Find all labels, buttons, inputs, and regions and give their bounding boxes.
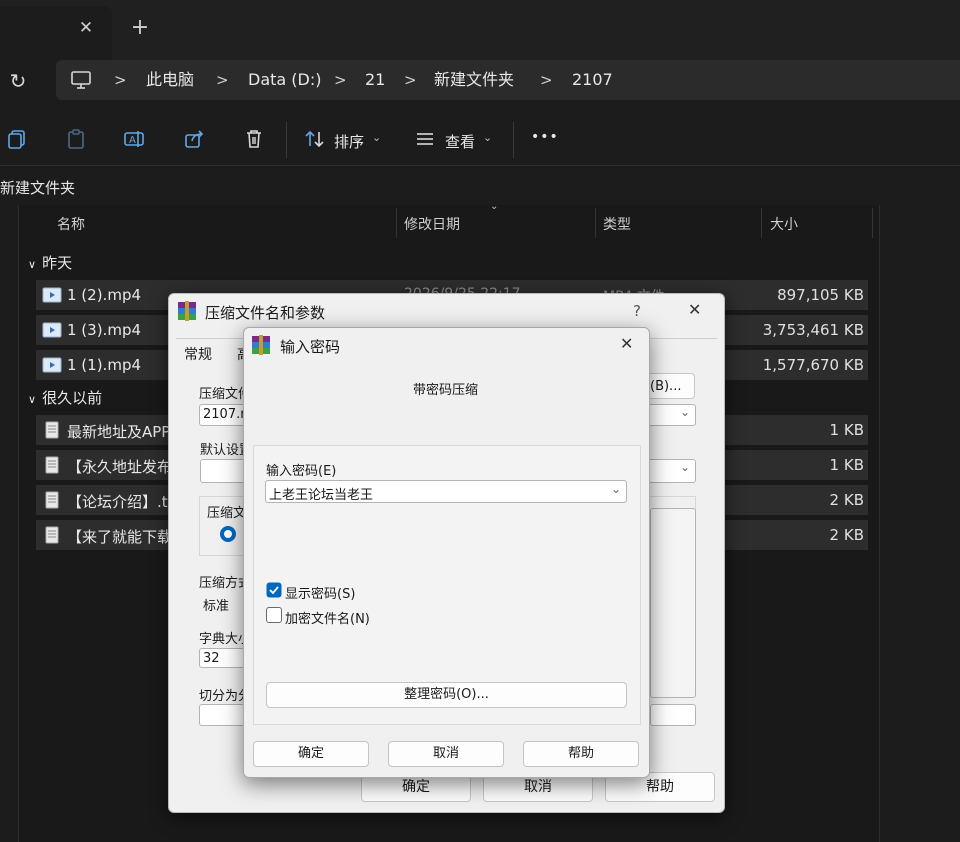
breadcrumb-separator[interactable]: > bbox=[540, 70, 553, 90]
file-name: 1 (2).mp4 bbox=[67, 286, 142, 304]
refresh-icon[interactable]: ↻ bbox=[6, 69, 30, 93]
breadcrumb-this-pc[interactable]: 此电脑 bbox=[146, 70, 194, 90]
column-divider[interactable] bbox=[595, 208, 596, 238]
help-icon[interactable]: ? bbox=[633, 302, 641, 320]
archive-name-value: 2107.r bbox=[203, 407, 246, 422]
video-file-icon bbox=[42, 287, 62, 303]
file-size: 1,577,670 KB bbox=[762, 356, 864, 374]
chevron-down-icon[interactable]: ⌄ bbox=[483, 131, 492, 144]
tab-general[interactable]: 常规 bbox=[184, 344, 212, 364]
file-name: 【论坛介绍】.t bbox=[67, 493, 168, 511]
file-name: 【永久地址发布 bbox=[67, 458, 173, 476]
breadcrumb-2107[interactable]: 2107 bbox=[572, 70, 613, 90]
encrypt-names-checkbox[interactable] bbox=[266, 607, 282, 623]
chevron-down-icon: ∨ bbox=[28, 258, 37, 271]
video-file-icon bbox=[42, 322, 62, 338]
paste-icon[interactable] bbox=[65, 128, 87, 150]
group-header-yesterday[interactable]: ∨ 昨天 bbox=[28, 252, 72, 273]
breadcrumb-separator[interactable]: > bbox=[114, 70, 127, 90]
password-subtitle: 带密码压缩 bbox=[413, 383, 479, 398]
column-divider[interactable] bbox=[396, 208, 397, 238]
text-file-icon bbox=[45, 526, 59, 544]
sort-button[interactable]: 排序 bbox=[334, 131, 364, 152]
radio-rar[interactable] bbox=[220, 526, 236, 542]
file-size: 1 KB bbox=[829, 456, 864, 474]
format-label: 压缩文 bbox=[207, 502, 247, 521]
options-panel bbox=[650, 508, 696, 698]
svg-text:A: A bbox=[129, 135, 136, 146]
close-icon[interactable]: ✕ bbox=[688, 300, 701, 319]
close-icon[interactable]: ✕ bbox=[620, 334, 633, 353]
group-header-long-ago[interactable]: ∨ 很久以前 bbox=[28, 387, 102, 408]
chevron-down-icon[interactable]: ⌄ bbox=[611, 482, 621, 496]
split-volume-input[interactable] bbox=[199, 704, 245, 726]
dictionary-size-value: 32 bbox=[203, 651, 220, 666]
text-file-icon bbox=[45, 456, 59, 474]
sort-caret-icon: ⌄ bbox=[490, 201, 499, 212]
computer-icon[interactable] bbox=[70, 70, 92, 90]
file-size: 1 KB bbox=[829, 421, 864, 439]
organize-passwords-button[interactable]: 整理密码(O)... bbox=[266, 682, 627, 708]
rename-icon[interactable]: A bbox=[123, 128, 145, 150]
share-icon[interactable] bbox=[183, 128, 205, 150]
breadcrumb-separator[interactable]: > bbox=[404, 70, 417, 90]
column-header-modified[interactable]: 修改日期 bbox=[404, 214, 460, 234]
text-file-icon bbox=[45, 421, 59, 439]
view-icon[interactable] bbox=[414, 128, 436, 150]
close-tab-icon[interactable]: ✕ bbox=[74, 16, 98, 40]
show-password-label: 显示密码(S) bbox=[285, 587, 356, 602]
chevron-down-icon[interactable]: ⌄ bbox=[680, 460, 690, 474]
dialog-title: 压缩文件名和参数 bbox=[205, 304, 326, 322]
column-header-name[interactable]: 名称 bbox=[57, 214, 85, 234]
password-value: 上老王论坛当老王 bbox=[269, 488, 374, 503]
column-divider[interactable] bbox=[761, 208, 762, 238]
new-tab-icon[interactable]: + bbox=[128, 16, 152, 40]
group-label: 很久以前 bbox=[42, 389, 103, 407]
breadcrumb-new-folder[interactable]: 新建文件夹 bbox=[434, 70, 514, 90]
chevron-down-icon: ∨ bbox=[28, 393, 37, 406]
file-size: 2 KB bbox=[829, 526, 864, 544]
file-size: 2 KB bbox=[829, 491, 864, 509]
file-name: 最新地址及APP bbox=[67, 423, 171, 441]
group-label: 昨天 bbox=[42, 254, 73, 272]
more-options-icon[interactable]: ••• bbox=[531, 129, 559, 145]
column-header-type[interactable]: 类型 bbox=[603, 214, 631, 234]
breadcrumb-drive-d[interactable]: Data (D:) bbox=[248, 70, 321, 90]
winrar-icon bbox=[178, 301, 196, 321]
password-cancel-button[interactable]: 取消 bbox=[388, 741, 504, 767]
breadcrumb-separator[interactable]: > bbox=[334, 70, 347, 90]
file-name: 【来了就能下载 bbox=[67, 528, 173, 546]
column-divider[interactable] bbox=[872, 208, 873, 238]
column-header-size[interactable]: 大小 bbox=[770, 214, 798, 234]
file-size: 897,105 KB bbox=[777, 286, 864, 304]
view-button[interactable]: 查看 bbox=[445, 131, 475, 152]
password-label: 输入密码(E) bbox=[266, 464, 337, 479]
video-file-icon bbox=[42, 357, 62, 373]
delete-icon[interactable] bbox=[243, 128, 265, 150]
text-file-icon bbox=[45, 491, 59, 509]
toolbar-divider bbox=[513, 122, 514, 158]
breadcrumb-separator[interactable]: > bbox=[216, 70, 229, 90]
file-name: 1 (1).mp4 bbox=[67, 356, 142, 374]
show-password-checkbox[interactable] bbox=[266, 582, 282, 598]
file-size: 3,753,461 KB bbox=[762, 321, 864, 339]
browse-label: (B)... bbox=[650, 379, 682, 394]
chevron-down-icon[interactable]: ⌄ bbox=[680, 405, 690, 419]
dialog-title: 输入密码 bbox=[280, 338, 341, 356]
encrypt-names-label: 加密文件名(N) bbox=[285, 612, 370, 627]
update-mode-select[interactable] bbox=[650, 704, 696, 726]
folder-name-label: 新建文件夹 bbox=[0, 179, 76, 197]
file-name: 1 (3).mp4 bbox=[67, 321, 142, 339]
winrar-icon bbox=[252, 335, 270, 355]
chevron-down-icon[interactable]: ⌄ bbox=[372, 131, 381, 144]
breadcrumb-21[interactable]: 21 bbox=[365, 70, 385, 90]
compression-method-value[interactable]: 标准 bbox=[203, 595, 229, 614]
password-ok-button[interactable]: 确定 bbox=[253, 741, 369, 767]
password-help-button[interactable]: 帮助 bbox=[523, 741, 639, 767]
copy-icon[interactable] bbox=[6, 128, 28, 150]
sort-icon[interactable] bbox=[304, 128, 326, 150]
toolbar-divider bbox=[286, 122, 287, 158]
